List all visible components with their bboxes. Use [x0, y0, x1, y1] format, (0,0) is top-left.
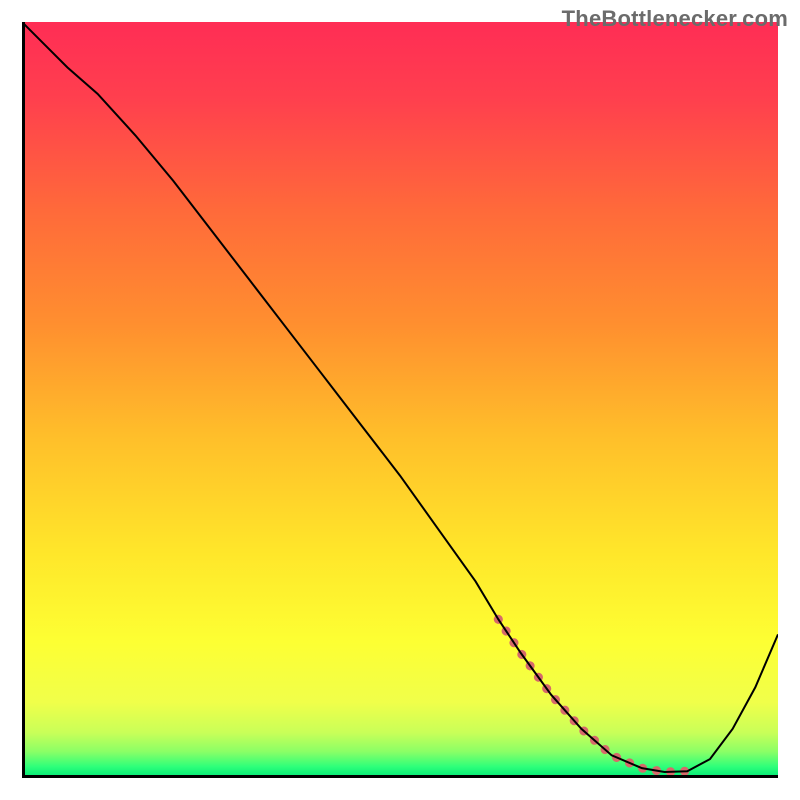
attribution-text: TheBottlenecker.com [562, 6, 788, 32]
chart-container: TheBottlenecker.com [0, 0, 800, 800]
highlight-band [498, 619, 687, 772]
plot-area [22, 22, 778, 778]
curve-layer [22, 22, 778, 778]
bottleneck-curve [22, 22, 778, 772]
